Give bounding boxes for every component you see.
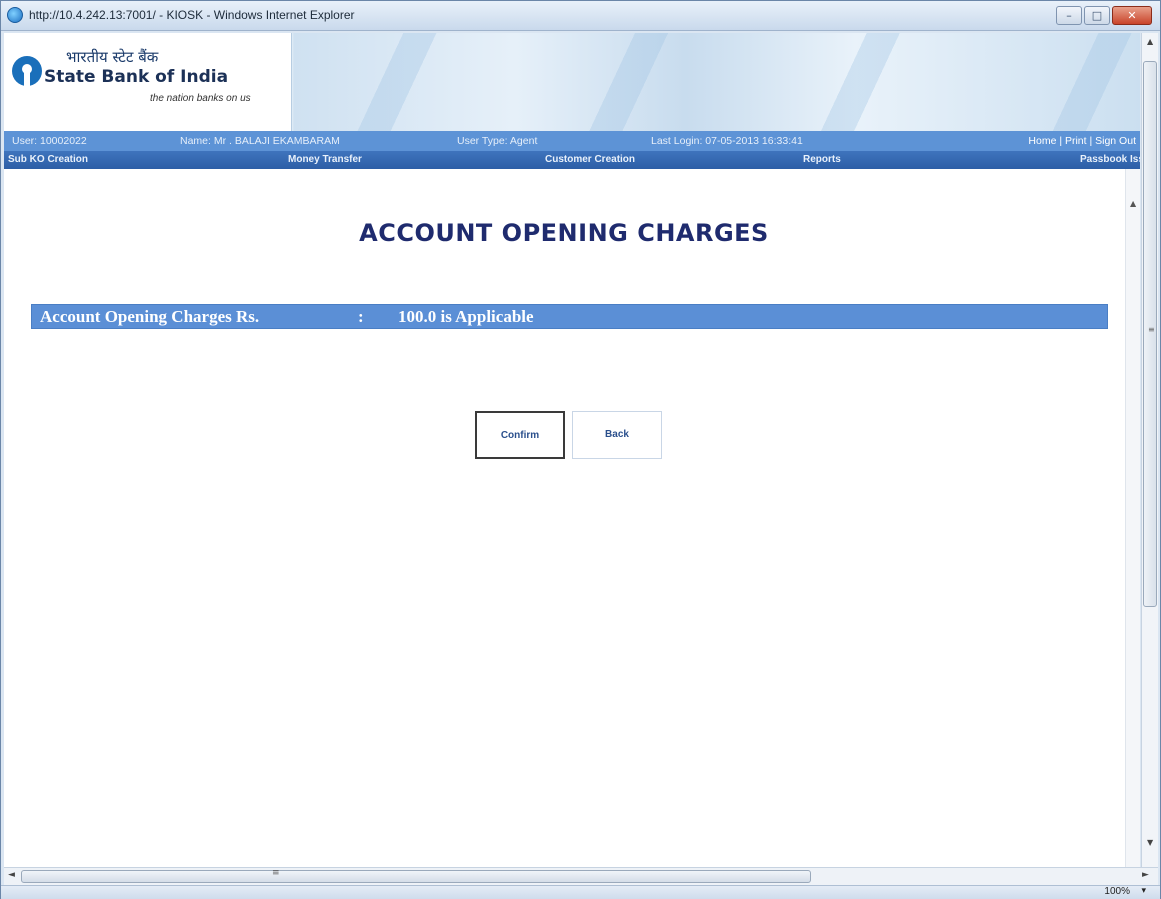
page-viewport: भारतीय स्टेट बैंक State Bank of India th… <box>4 33 1140 868</box>
horizontal-scroll-thumb[interactable]: ≡ <box>21 868 811 883</box>
zoom-level[interactable]: 100% <box>1104 886 1130 897</box>
page-title: ACCOUNT OPENING CHARGES <box>359 219 769 247</box>
bank-name: State Bank of India <box>44 67 229 87</box>
horizontal-scrollbar[interactable]: ◄ ≡ ► <box>4 867 1158 885</box>
user-info-bar: User: 10002022 Name: Mr . BALAJI EKAMBAR… <box>4 131 1140 151</box>
nav-item-money-transfer[interactable]: Money Transfer <box>288 154 362 165</box>
inner-scroll-up-icon[interactable]: ▲ <box>1130 199 1136 208</box>
maximize-button[interactable]: □ <box>1084 6 1110 25</box>
nav-item-sub-ko-creation[interactable]: Sub KO Creation <box>8 154 88 165</box>
window-controls: – □ ✕ <box>1056 6 1152 26</box>
header-links[interactable]: Home | Print | Sign Out <box>1028 135 1136 147</box>
browser-window: http://10.4.242.13:7001/ - KIOSK - Windo… <box>0 0 1161 899</box>
scroll-right-icon[interactable]: ► <box>1142 870 1149 880</box>
vertical-scroll-thumb[interactable] <box>1143 61 1157 607</box>
sbi-header: भारतीय स्टेट बैंक State Bank of India th… <box>4 33 1140 131</box>
window-title: http://10.4.242.13:7001/ - KIOSK - Windo… <box>29 8 355 22</box>
charges-banner: Account Opening Charges Rs. : 100.0 is A… <box>31 304 1108 329</box>
scroll-down-icon[interactable]: ▼ <box>1147 838 1153 847</box>
confirm-button[interactable]: Confirm <box>475 411 565 459</box>
status-bar: 100% ▾ <box>1 885 1160 899</box>
bank-name-hindi: भारतीय स्टेट बैंक <box>66 48 159 66</box>
ie-icon <box>7 7 23 23</box>
charges-separator: : <box>358 307 364 326</box>
scroll-up-icon[interactable]: ▲ <box>1147 37 1153 46</box>
user-type: User Type: Agent <box>457 135 538 147</box>
nav-item-customer-creation[interactable]: Customer Creation <box>545 154 635 165</box>
inner-scrollbar[interactable]: ▲ <box>1125 169 1140 868</box>
zoom-dropdown-icon[interactable]: ▾ <box>1141 886 1146 896</box>
nav-item-reports[interactable]: Reports <box>803 154 841 165</box>
header-banner <box>304 33 1140 131</box>
nav-item-passbook[interactable]: Passbook Iss <box>1080 154 1140 165</box>
main-nav: Sub KO Creation Money Transfer Customer … <box>4 151 1140 169</box>
scroll-left-icon[interactable]: ◄ <box>8 870 15 880</box>
logo-block: भारतीय स्टेट बैंक State Bank of India th… <box>4 33 292 131</box>
last-login: Last Login: 07-05-2013 16:33:41 <box>651 135 803 147</box>
user-name: Name: Mr . BALAJI EKAMBARAM <box>180 135 340 147</box>
charges-value: 100.0 is Applicable <box>398 307 534 326</box>
title-bar: http://10.4.242.13:7001/ - KIOSK - Windo… <box>1 1 1160 31</box>
back-button[interactable]: Back <box>572 411 662 459</box>
bank-tagline: the nation banks on us <box>150 93 251 104</box>
close-button[interactable]: ✕ <box>1112 6 1152 25</box>
sbi-logo-icon <box>12 56 42 86</box>
page-vertical-scrollbar[interactable]: ▲ ≡ ▼ <box>1141 33 1158 868</box>
minimize-button[interactable]: – <box>1056 6 1082 25</box>
user-id: User: 10002022 <box>12 135 87 147</box>
vertical-grip-icon: ≡ <box>1148 325 1155 334</box>
horizontal-grip-icon: ≡ <box>272 868 280 878</box>
charges-label: Account Opening Charges Rs. <box>40 307 260 326</box>
